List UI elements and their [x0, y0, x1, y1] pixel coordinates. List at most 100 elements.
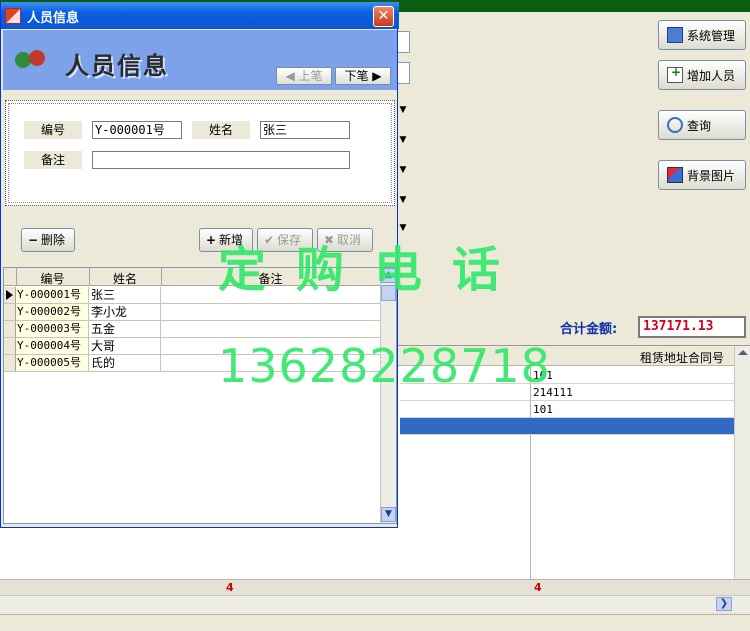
table-row-selected[interactable]	[400, 418, 736, 435]
current-row-pointer-icon	[6, 290, 13, 300]
name-column-header[interactable]: 姓名	[89, 270, 161, 287]
row-indicator[interactable]	[4, 355, 16, 372]
id-column-header[interactable]: 编号	[16, 270, 89, 287]
dialog-banner: 人员信息 ◀ 上笔 下笔 ▶	[3, 30, 397, 90]
dialog-title: 人员信息	[27, 11, 80, 26]
person-grid-header: 编号 姓名 备注	[4, 268, 380, 286]
id-cell[interactable]: Y-000001号	[16, 287, 89, 304]
row-indicator[interactable]	[4, 321, 16, 338]
previous-record-button[interactable]: ◀ 上笔	[276, 67, 332, 85]
app-window: ▼ ▼ ▼ ▼ ▼ 系统管理 增加人员 查询 背景图片 合计金额: 137171…	[0, 0, 750, 631]
table-row[interactable]: 214111	[400, 384, 736, 401]
combo-arrow-icon[interactable]: ▼	[396, 190, 410, 210]
contract-cell: 101	[533, 369, 553, 382]
id-cell[interactable]: Y-000003号	[16, 321, 89, 338]
remark-cell[interactable]	[161, 304, 380, 321]
name-cell[interactable]: 五金	[89, 321, 161, 338]
main-grid-vertical-scrollbar[interactable]	[734, 346, 750, 579]
combo-arrow-icon[interactable]: ▼	[396, 100, 410, 120]
table-row[interactable]: Y-000003号 五金	[4, 321, 380, 338]
background-image-button[interactable]: 背景图片	[658, 160, 746, 190]
delete-button[interactable]: − 删除	[21, 228, 75, 252]
total-amount-label: 合计金额:	[560, 322, 618, 337]
remark-cell[interactable]	[161, 338, 380, 355]
name-field[interactable]: 张三	[260, 121, 350, 139]
previous-icon: ◀	[285, 69, 295, 83]
cross-icon: ✖	[324, 233, 335, 247]
scroll-thumb[interactable]	[381, 285, 396, 301]
delete-label: 删除	[41, 233, 66, 247]
id-field[interactable]: Y-000001号	[92, 121, 182, 139]
save-button[interactable]: ✔ 保存	[257, 228, 313, 252]
save-label: 保存	[277, 233, 302, 247]
contract-column-header[interactable]: 租赁地址合同号	[640, 349, 724, 366]
cancel-button[interactable]: ✖ 取消	[317, 228, 373, 252]
combo-arrow-icon[interactable]: ▼	[396, 130, 410, 150]
new-button[interactable]: + 新增	[199, 228, 253, 252]
people-icon	[15, 48, 49, 72]
next-icon: ▶	[372, 69, 382, 83]
status-bar	[0, 614, 750, 631]
combo-arrow-icon[interactable]: ▼	[396, 160, 410, 180]
plus-icon: +	[206, 233, 217, 247]
name-cell[interactable]: 李小龙	[89, 304, 161, 321]
table-row[interactable]: Y-000002号 李小龙	[4, 304, 380, 321]
minus-icon: −	[28, 233, 39, 247]
previous-record-label: 上笔	[298, 69, 323, 83]
row-indicator[interactable]	[4, 338, 16, 355]
cancel-label: 取消	[337, 233, 362, 247]
banner-heading: 人员信息	[65, 52, 169, 80]
column-divider	[89, 268, 90, 286]
chevron-right-icon[interactable]: ❯	[716, 597, 732, 611]
id-cell[interactable]: Y-000005号	[16, 355, 89, 372]
dialog-titlebar[interactable]: 人员信息 ✕	[1, 2, 399, 29]
remark-column-header[interactable]: 备注	[161, 270, 380, 287]
person-info-dialog: 人员信息 ✕ 人员信息 ◀ 上笔 下笔 ▶ 编号 Y-000001号 姓名 张三…	[0, 2, 399, 528]
table-row[interactable]: Y-000001号 张三	[4, 287, 380, 304]
add-person-label: 增加人员	[687, 68, 736, 83]
person-grid-vertical-scrollbar[interactable]: ▲ ▼	[380, 268, 396, 523]
row-indicator[interactable]	[4, 287, 16, 304]
remark-label: 备注	[24, 151, 82, 169]
name-cell[interactable]: 大哥	[89, 338, 161, 355]
add-document-icon	[667, 65, 683, 83]
summary-count: 4	[226, 581, 234, 594]
total-amount-value: 137171.13	[638, 316, 746, 338]
image-icon	[667, 167, 683, 183]
close-icon: ✕	[377, 8, 390, 24]
query-button[interactable]: 查询	[658, 110, 746, 140]
person-grid[interactable]: 编号 姓名 备注 Y-000001号 张三 Y-000002号 李小龙 Y-00…	[3, 267, 397, 524]
table-row[interactable]: 101	[400, 401, 736, 418]
person-form: 编号 Y-000001号 姓名 张三 备注	[5, 100, 395, 206]
id-cell[interactable]: Y-000002号	[16, 304, 89, 321]
background-image-label: 背景图片	[687, 168, 736, 183]
column-divider	[161, 268, 162, 286]
combo-arrow-icon[interactable]: ▼	[396, 218, 410, 238]
system-management-button[interactable]: 系统管理	[658, 20, 746, 50]
scroll-up-icon[interactable]: ▲	[381, 268, 396, 283]
remark-cell[interactable]	[161, 355, 380, 372]
name-label: 姓名	[192, 121, 250, 139]
table-row[interactable]: Y-000005号 氏的	[4, 355, 380, 372]
scroll-down-icon[interactable]: ▼	[381, 507, 396, 522]
horizontal-scrollbar[interactable]: ❯	[0, 595, 750, 612]
app-icon	[5, 8, 21, 24]
table-row[interactable]: 101	[400, 367, 736, 384]
close-button[interactable]: ✕	[373, 6, 394, 27]
name-cell[interactable]: 氏的	[89, 355, 161, 372]
row-indicator[interactable]	[4, 304, 16, 321]
add-person-button[interactable]: 增加人员	[658, 60, 746, 90]
remark-cell[interactable]	[161, 321, 380, 338]
check-icon: ✔	[264, 233, 275, 247]
remark-cell[interactable]	[161, 287, 380, 304]
next-record-button[interactable]: 下笔 ▶	[335, 67, 391, 85]
search-icon	[667, 117, 683, 133]
table-row[interactable]: Y-000004号 大哥	[4, 338, 380, 355]
id-cell[interactable]: Y-000004号	[16, 338, 89, 355]
summary-count: 4	[534, 581, 542, 594]
column-divider	[16, 268, 17, 286]
id-label: 编号	[24, 121, 82, 139]
contract-cell: 214111	[533, 386, 573, 399]
remark-field[interactable]	[92, 151, 350, 169]
name-cell[interactable]: 张三	[89, 287, 161, 304]
